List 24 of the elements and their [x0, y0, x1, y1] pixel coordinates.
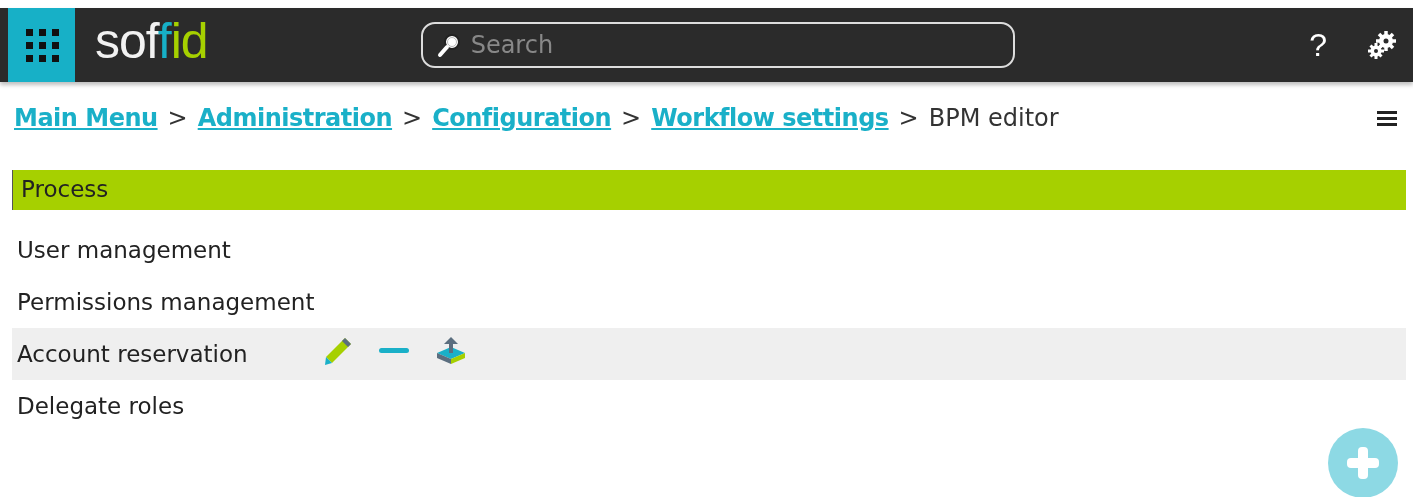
breadcrumb-separator: > [402, 104, 423, 132]
process-name: Delegate roles [17, 393, 186, 419]
breadcrumb-separator: > [898, 104, 919, 132]
logo: soffid [95, 16, 208, 71]
breadcrumb-separator: > [167, 104, 188, 132]
process-name: User management [17, 237, 232, 263]
process-row[interactable]: Delegate roles [12, 380, 1406, 432]
breadcrumb-separator: > [621, 104, 642, 132]
process-name: Account reservation [17, 341, 249, 367]
process-row[interactable]: Permissions management [12, 276, 1406, 328]
column-header: Process [12, 170, 1406, 210]
breadcrumb-current: BPM editor [928, 104, 1059, 132]
gears-icon[interactable] [1365, 28, 1399, 62]
search-field[interactable]: Search [420, 22, 1015, 68]
menu-icon[interactable] [1377, 110, 1397, 126]
process-name: Permissions management [17, 289, 316, 315]
apps-menu-button[interactable] [8, 8, 75, 82]
plus-icon [1345, 445, 1381, 481]
search-icon [436, 32, 463, 58]
process-row[interactable]: User management [12, 224, 1406, 276]
pencil-icon[interactable] [323, 336, 353, 366]
help-button[interactable]: ? [1309, 26, 1327, 64]
process-row[interactable]: Account reservation [12, 328, 1406, 380]
upload-icon[interactable] [435, 337, 467, 365]
